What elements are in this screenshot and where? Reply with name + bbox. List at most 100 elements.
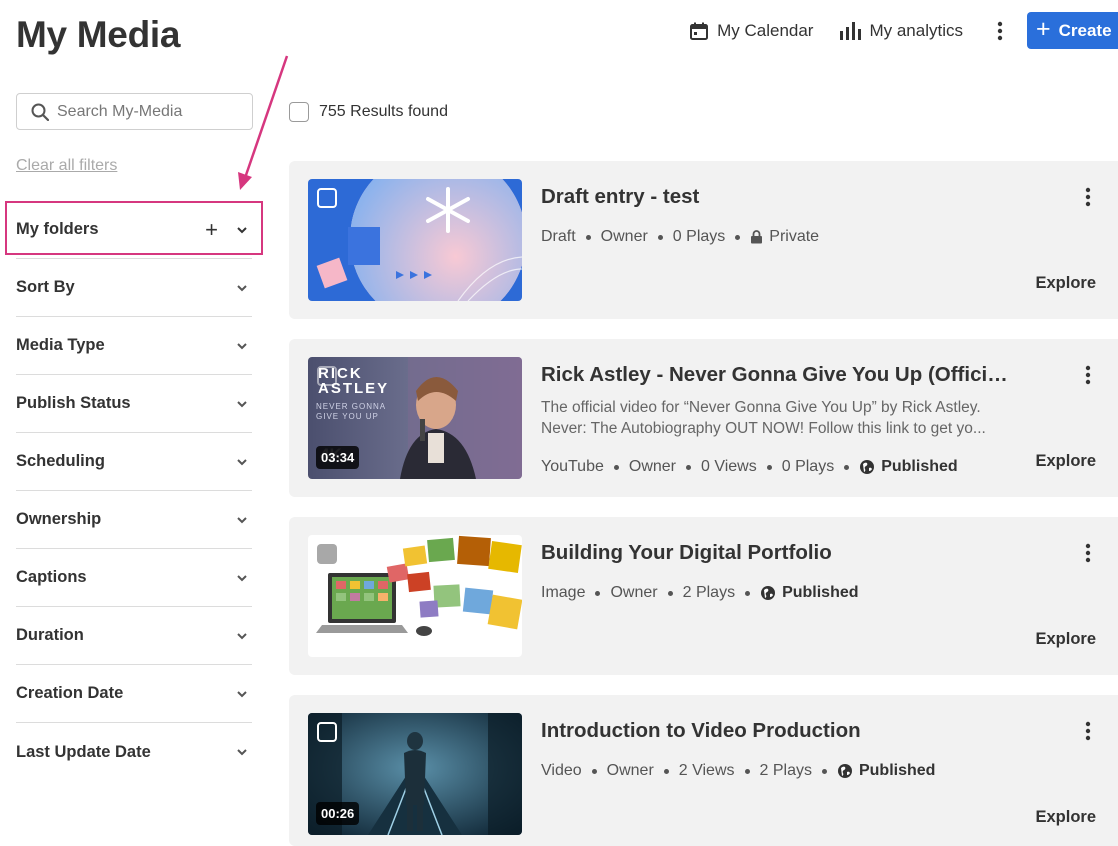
entry-meta: Video Owner 2 Views 2 Plays Published [541,762,935,780]
chevron-down-icon [237,458,247,465]
clear-all-filters-link[interactable]: Clear all filters [16,157,117,175]
entry-thumbnail[interactable] [308,535,522,657]
bar-chart-icon [840,21,862,40]
entry-meta: Image Owner 2 Plays Published [541,584,859,602]
entry-type: Image [541,584,586,601]
chevron-down-icon [237,400,247,407]
thumb-subtitle-text: GIVE YOU UP [316,412,379,421]
filter-media-type[interactable]: Media Type [16,317,252,375]
entry-checkbox[interactable] [317,366,337,386]
header-actions: My Calendar My analytics + Create [689,12,1118,49]
annotation-highlight-box [5,201,263,255]
globe-icon [837,764,852,778]
media-entry-card: 00:26 Introduction to Video Production V… [289,695,1118,846]
entry-role: Owner [606,762,654,779]
create-label: Create [1058,20,1112,40]
filter-label: Publish Status [16,394,131,412]
filter-label: Last Update Date [16,742,151,761]
explore-button[interactable]: Explore [1035,630,1096,649]
search-icon [31,103,49,121]
entry-status: Published [837,762,935,780]
entry-plays: 0 Plays [781,458,835,475]
filter-label: Creation Date [16,684,124,702]
entry-description: The official video for “Never Gonna Give… [541,397,1011,439]
explore-button[interactable]: Explore [1035,452,1096,471]
filter-duration[interactable]: Duration [16,607,252,665]
entry-plays: 0 Plays [672,228,726,245]
chevron-down-icon [237,574,247,581]
entry-plays: 2 Plays [682,584,736,601]
more-options-button[interactable] [989,21,1011,41]
entry-status-label: Published [858,762,936,779]
entry-title[interactable]: Draft entry - test [541,185,1016,209]
search-box [16,93,253,130]
entry-title[interactable]: Rick Astley - Never Gonna Give You Up (O… [541,363,1016,387]
entry-title[interactable]: Building Your Digital Portfolio [541,541,1016,565]
entry-status-label: Published [782,584,859,601]
create-button[interactable]: + Create [1027,12,1118,49]
my-calendar-link[interactable]: My Calendar [689,21,813,41]
my-calendar-label: My Calendar [717,20,814,40]
entry-more-button[interactable] [1080,543,1096,563]
chevron-down-icon [237,632,247,639]
entry-checkbox[interactable] [317,188,337,208]
entry-type: Video [541,762,582,779]
duration-badge: 03:34 [316,446,360,469]
filter-ownership[interactable]: Ownership [16,491,252,549]
my-analytics-label: My analytics [869,20,963,40]
results-header: 755 Results found [289,102,448,122]
entry-type: Draft [541,228,576,245]
calendar-icon [690,22,709,40]
entry-meta: Draft Owner 0 Plays Private [541,228,819,246]
filter-scheduling[interactable]: Scheduling [16,433,252,491]
filter-publish-status[interactable]: Publish Status [16,375,252,433]
entry-role: Owner [610,584,658,601]
kebab-icon [1085,365,1091,385]
chevron-down-icon [237,342,247,349]
filter-creation-date[interactable]: Creation Date [16,665,252,723]
entry-more-button[interactable] [1080,365,1096,385]
entry-status-label: Private [769,228,820,245]
entry-more-button[interactable] [1080,721,1096,741]
explore-button[interactable]: Explore [1035,808,1096,827]
entry-meta: YouTube Owner 0 Views 0 Plays Published [541,458,958,476]
entry-description-line: The official video for “Never Gonna Give… [541,399,981,416]
duration-badge: 00:26 [316,802,360,825]
explore-button[interactable]: Explore [1035,274,1096,293]
entry-views: 2 Views [678,762,735,779]
entry-title[interactable]: Introduction to Video Production [541,719,1016,743]
my-analytics-link[interactable]: My analytics [839,21,963,41]
chevron-down-icon [237,516,247,523]
entry-status: Private [750,228,819,246]
filter-label: Media Type [16,336,105,354]
select-all-checkbox[interactable] [289,102,309,122]
entry-checkbox[interactable] [317,722,337,742]
chevron-down-icon [237,749,247,756]
kebab-icon [997,21,1003,40]
entry-thumbnail[interactable] [308,179,522,301]
filter-label: Sort By [16,278,75,296]
entry-role: Owner [628,458,676,475]
entry-status: Published [859,458,958,476]
filter-captions[interactable]: Captions [16,549,252,607]
results-count: 755 Results found [319,103,448,120]
kebab-icon [1085,721,1091,741]
filter-sort-by[interactable]: Sort By [16,259,252,317]
entry-thumbnail[interactable]: RICK ASTLEY NEVER GONNA GIVE YOU UP 4K 0… [308,357,522,479]
entry-more-button[interactable] [1080,187,1096,207]
entry-thumbnail[interactable]: 00:26 [308,713,522,835]
filter-label: Duration [16,626,84,644]
lock-icon [751,230,763,244]
search-input[interactable] [57,102,237,121]
entry-status: Published [760,584,859,602]
plus-icon: + [1036,14,1051,43]
filter-last-update-date[interactable]: Last Update Date [16,723,252,781]
filter-label: Scheduling [16,452,105,470]
entry-checkbox[interactable] [317,544,337,564]
filter-label: Ownership [16,510,102,528]
media-entry-card: Building Your Digital Portfolio Image Ow… [289,517,1118,675]
chevron-down-icon [237,284,247,291]
draft-placeholder-image [308,179,522,301]
kebab-icon [1085,187,1091,207]
entry-views: 0 Views [701,458,757,475]
